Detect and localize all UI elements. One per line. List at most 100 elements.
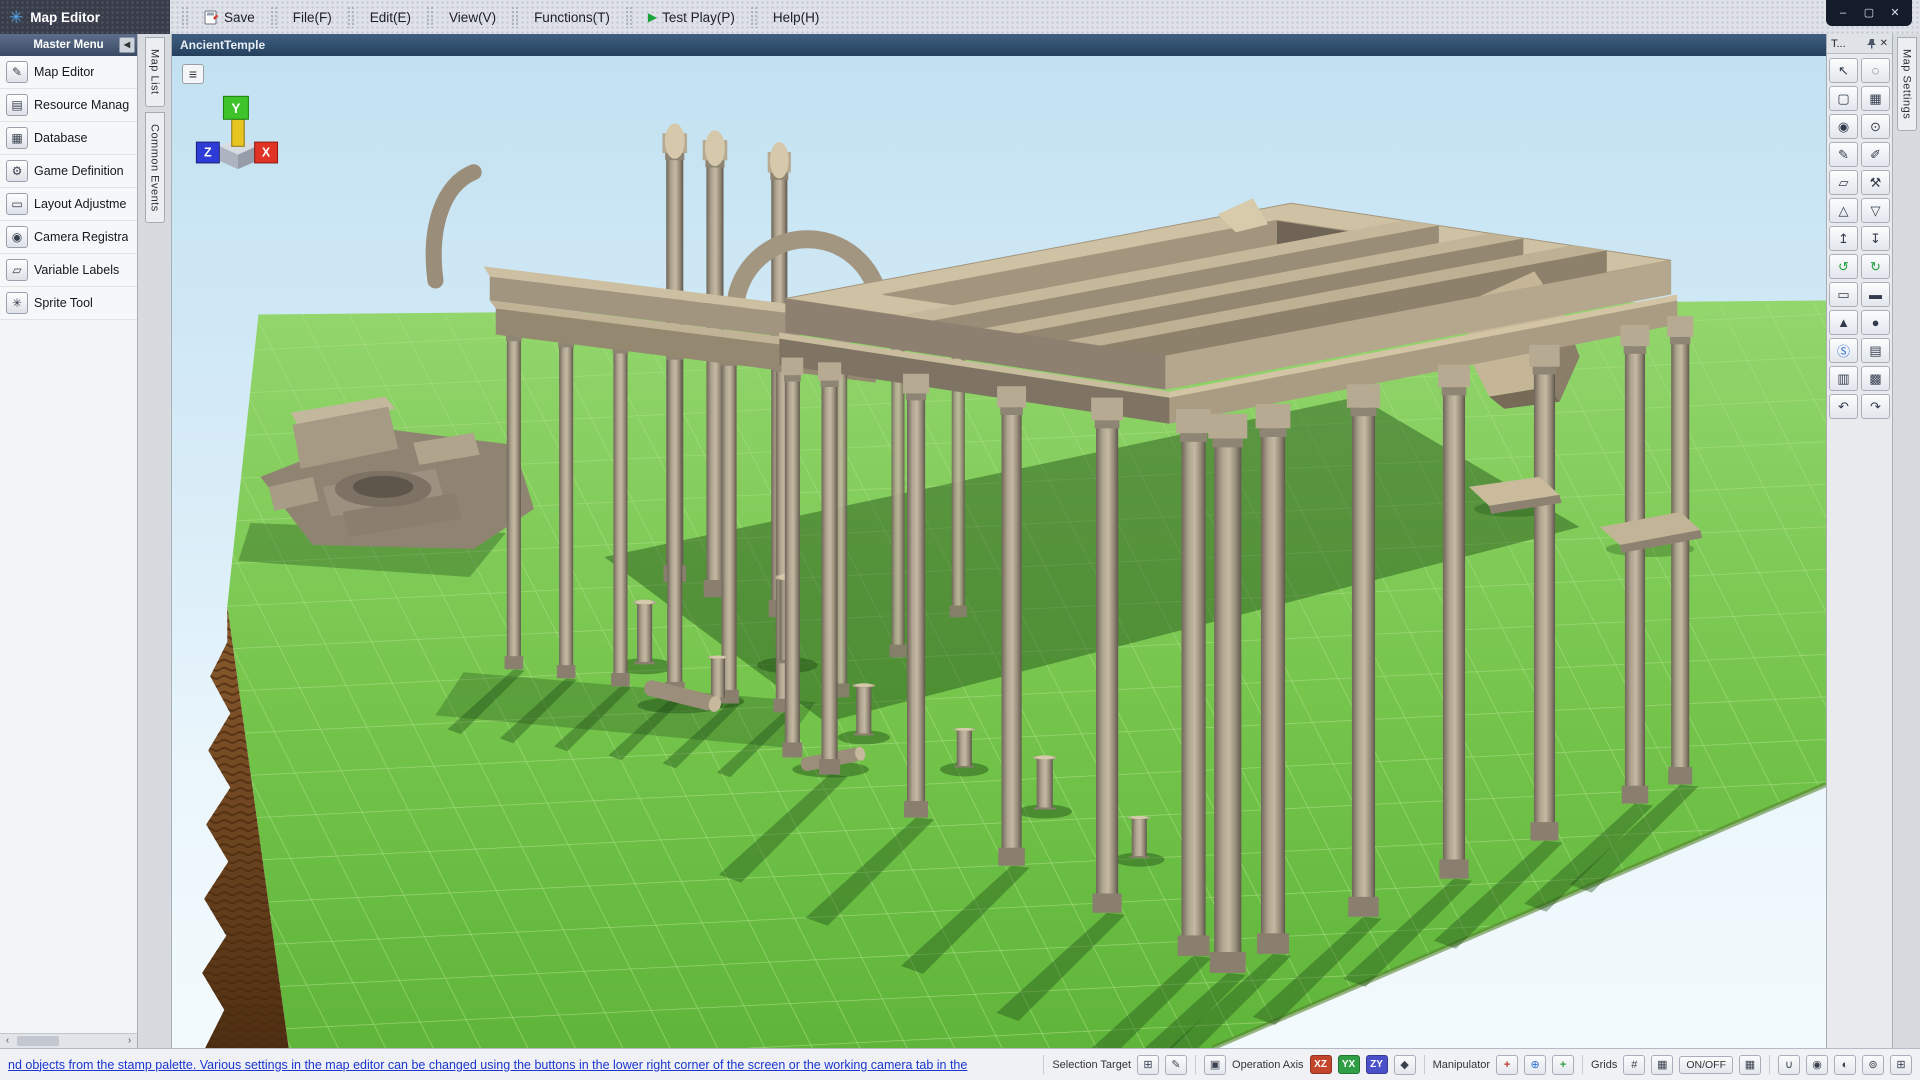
selection-edit-button[interactable]: ✎ <box>1165 1055 1187 1075</box>
viewport-scene[interactable]: ≡ Y Z X <box>172 56 1826 1048</box>
undo-tool-button[interactable]: ↶ <box>1829 394 1858 419</box>
manipulator-globe-button[interactable]: ⊕ <box>1524 1055 1546 1075</box>
viewport-menu-button[interactable]: ≡ <box>182 64 204 84</box>
event-tool-button[interactable]: Ⓢ <box>1829 338 1858 363</box>
sidebar-item-layout-adjustment[interactable]: ▭ Layout Adjustme <box>0 188 137 221</box>
axis-gizmo[interactable]: Y Z X <box>186 92 290 186</box>
axis-yx-button[interactable]: YX <box>1338 1055 1360 1074</box>
minimize-button[interactable]: – <box>1830 0 1856 26</box>
menu-view[interactable]: View(V) <box>439 6 506 29</box>
sidebar-item-label: Game Definition <box>34 164 124 178</box>
sidebar-item-variable-labels[interactable]: ▱ Variable Labels <box>0 254 137 287</box>
selection-grid-button[interactable]: ⊞ <box>1137 1055 1159 1075</box>
grid-extra-button[interactable]: ▦ <box>1739 1055 1761 1075</box>
collapse-panel-button[interactable]: ◀ <box>119 37 135 53</box>
menu-separator <box>511 6 519 28</box>
axis-xz-button[interactable]: XZ <box>1310 1055 1332 1074</box>
sidebar-item-camera-registration[interactable]: ◉ Camera Registra <box>0 221 137 254</box>
axis-x-cube[interactable]: X <box>255 142 278 163</box>
viewport-title-bar[interactable]: AncientTemple <box>172 34 1826 56</box>
sidebar-item-database[interactable]: ▦ Database <box>0 122 137 155</box>
database-icon: ▦ <box>6 127 28 149</box>
capture-tool-button[interactable]: ⊞ <box>1890 1055 1912 1075</box>
scroll-right-button[interactable]: › <box>122 1034 137 1048</box>
copy-tool-button[interactable]: ▤ <box>1861 338 1890 363</box>
rotate-right-tool-button[interactable]: ↻ <box>1861 254 1890 279</box>
axis-z-cube[interactable]: Z <box>196 142 219 163</box>
manipulator-scale-button[interactable]: + <box>1552 1055 1574 1075</box>
sidebar-item-label: Camera Registra <box>34 230 128 244</box>
grid-onoff-button[interactable]: ON/OFF <box>1679 1056 1733 1074</box>
scrollbar-thumb[interactable] <box>17 1036 59 1046</box>
slope-down-tool-button[interactable]: ▽ <box>1861 198 1890 223</box>
sidebar-item-resource-manager[interactable]: ▤ Resource Manag <box>0 89 137 122</box>
sidebar-item-map-editor[interactable]: ✎ Map Editor <box>0 56 137 89</box>
close-button[interactable]: ✕ <box>1882 0 1908 26</box>
palette-tool-button[interactable]: ◉ <box>1806 1055 1828 1075</box>
axis-zy-button[interactable]: ZY <box>1366 1055 1388 1074</box>
title-bar: ✳ Map Editor Save File(F) Edit(E) View(V… <box>0 0 1920 34</box>
sidebar-item-sprite-tool[interactable]: ✳ Sprite Tool <box>0 287 137 320</box>
menu-separator <box>625 6 633 28</box>
pin-icon[interactable] <box>1866 38 1877 49</box>
menu-separator <box>347 6 355 28</box>
camera-view-tool-button[interactable]: ◉ <box>1829 114 1858 139</box>
scrollbar-track[interactable] <box>15 1034 122 1048</box>
menu-test-play[interactable]: ▶ Test Play(P) <box>638 6 745 29</box>
magnet-tool-button[interactable]: ∪ <box>1778 1055 1800 1075</box>
status-separator <box>1582 1055 1583 1074</box>
stamp-mode-button[interactable]: ▣ <box>1204 1055 1226 1075</box>
svg-text:Y: Y <box>231 101 240 116</box>
hammer-tool-button[interactable]: ⚒ <box>1861 170 1890 195</box>
eraser-tool-button[interactable]: ▱ <box>1829 170 1858 195</box>
tab-map-settings[interactable]: Map Settings <box>1897 37 1917 131</box>
save-button[interactable]: Save <box>194 6 265 29</box>
select-tool-button[interactable]: ↖ <box>1829 58 1858 83</box>
menu-edit[interactable]: Edit(E) <box>360 6 421 29</box>
status-separator <box>1424 1055 1425 1074</box>
grid-display-button[interactable]: ▦ <box>1651 1055 1673 1075</box>
sidebar-item-label: Resource Manag <box>34 98 129 112</box>
lasso-tool-button[interactable]: ◌ <box>1861 58 1890 83</box>
block-tool-button[interactable]: ▬ <box>1861 282 1890 307</box>
axis-y-cube[interactable]: Y <box>223 96 248 119</box>
focus-tool-button[interactable]: ⊙ <box>1861 114 1890 139</box>
menu-file[interactable]: File(F) <box>283 6 342 29</box>
manipulator-move-button[interactable]: + <box>1496 1055 1518 1075</box>
axis-diamond-button[interactable]: ◆ <box>1394 1055 1416 1075</box>
menu-functions[interactable]: Functions(T) <box>524 6 620 29</box>
pen-tool-button[interactable]: ✐ <box>1861 142 1890 167</box>
3d-scene[interactable] <box>172 56 1826 1048</box>
horizontal-scrollbar[interactable]: ‹ › <box>0 1033 137 1048</box>
sidebar-item-game-definition[interactable]: ⚙ Game Definition <box>0 155 137 188</box>
plane-tool-button[interactable]: ▭ <box>1829 282 1858 307</box>
triangle-tool-button[interactable]: ▲ <box>1829 310 1858 335</box>
save-label: Save <box>224 10 255 25</box>
app-icon: ✳ <box>9 9 23 26</box>
menu-bar: Save File(F) Edit(E) View(V) Functions(T… <box>170 0 829 34</box>
sphere-tool-button[interactable]: ● <box>1861 310 1890 335</box>
grid-snap-button[interactable]: # <box>1623 1055 1645 1075</box>
slope-up-tool-button[interactable]: △ <box>1829 198 1858 223</box>
paste-tool-button[interactable]: ▥ <box>1829 366 1858 391</box>
scroll-left-button[interactable]: ‹ <box>0 1034 15 1048</box>
tab-map-list[interactable]: Map List <box>145 37 165 107</box>
render-tool-button[interactable]: ⊚ <box>1862 1055 1884 1075</box>
tab-common-events[interactable]: Common Events <box>145 112 165 224</box>
left-tab-strip: Map List Common Events <box>138 34 172 1048</box>
redo-tool-button[interactable]: ↷ <box>1861 394 1890 419</box>
menu-help[interactable]: Help(H) <box>763 6 830 29</box>
status-bar: nd objects from the stamp palette. Vario… <box>0 1048 1920 1080</box>
pencil-tool-button[interactable]: ✎ <box>1829 142 1858 167</box>
raise-terrain-tool-button[interactable]: ↥ <box>1829 226 1858 251</box>
grids-label: Grids <box>1591 1059 1617 1071</box>
close-panel-icon[interactable]: ✕ <box>1880 38 1888 49</box>
rect-select-tool-button[interactable]: ▢ <box>1829 86 1858 111</box>
maximize-button[interactable]: ▢ <box>1856 0 1882 26</box>
rotate-left-tool-button[interactable]: ↺ <box>1829 254 1858 279</box>
delete-tool-button[interactable]: ▩ <box>1861 366 1890 391</box>
light-tool-button[interactable]: ◐ <box>1834 1055 1856 1075</box>
master-menu-title: Master Menu <box>33 39 103 51</box>
lower-terrain-tool-button[interactable]: ↧ <box>1861 226 1890 251</box>
grid-fill-tool-button[interactable]: ▦ <box>1861 86 1890 111</box>
